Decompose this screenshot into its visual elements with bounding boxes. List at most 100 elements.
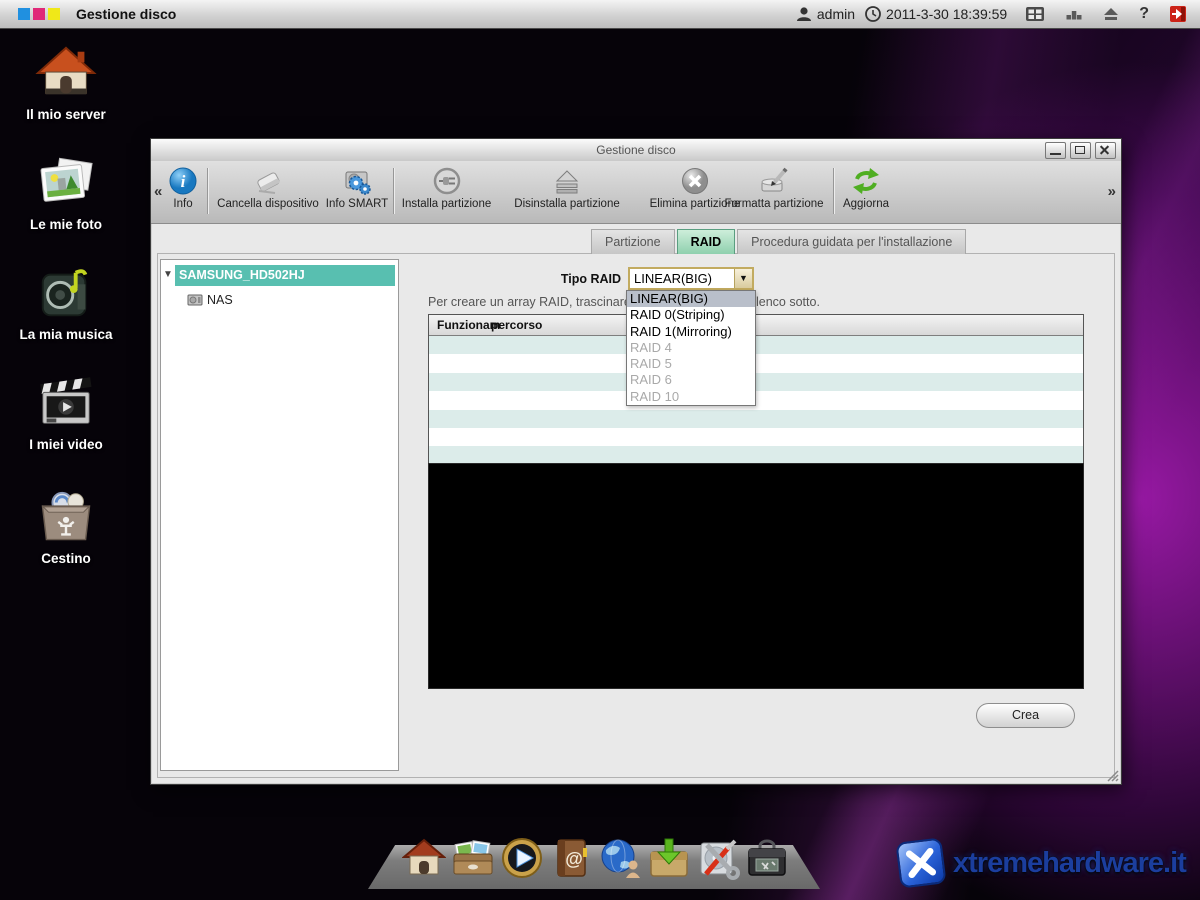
toolbar-info-button[interactable]: i Info	[161, 166, 205, 218]
toolbar-uninstall-partition-button[interactable]: Disinstalla partizione	[498, 166, 636, 218]
dropdown-option-raid5: RAID 5	[627, 356, 755, 372]
eject-icon[interactable]	[1102, 5, 1120, 23]
workgroup-icon[interactable]	[1065, 5, 1083, 23]
username-label: admin	[817, 6, 855, 22]
help-icon[interactable]	[1135, 5, 1153, 23]
dock-photos-icon[interactable]	[451, 836, 495, 880]
raid-type-label: Tipo RAID	[511, 272, 621, 286]
desktop-icon-my-music[interactable]: La mia musica	[14, 263, 118, 342]
eject-partition-icon	[552, 166, 582, 196]
refresh-icon	[851, 166, 881, 196]
system-logo[interactable]	[18, 8, 60, 20]
minimize-button[interactable]	[1045, 142, 1066, 159]
dock-home-icon[interactable]	[402, 836, 446, 880]
dropdown-option-raid0[interactable]: RAID 0(Striping)	[627, 307, 755, 323]
partition-disk-icon	[187, 292, 203, 308]
user-icon	[795, 5, 813, 23]
tab-partizione[interactable]: Partizione	[591, 229, 675, 254]
dropdown-option-raid4: RAID 4	[627, 340, 755, 356]
chevron-down-icon[interactable]	[734, 269, 752, 288]
dropdown-option-raid6: RAID 6	[627, 372, 755, 388]
window-toolbar: i Info Cancella dispositivo Info SMART	[151, 161, 1121, 224]
logout-icon[interactable]	[1168, 5, 1188, 23]
svg-text:@: @	[565, 849, 583, 869]
tab-raid[interactable]: RAID	[677, 229, 736, 254]
desktop-icon-trash[interactable]: Cestino	[14, 487, 118, 566]
desktop-icon-my-photos[interactable]: Le mie foto	[14, 153, 118, 232]
menubar-status-area: admin 2011-3-30 18:39:59	[795, 5, 1200, 23]
disk-management-window: Gestione disco i Info Cancella dispositi…	[150, 138, 1122, 785]
logo-magenta-square	[33, 8, 45, 20]
toolbar-erase-device-button[interactable]: Cancella dispositivo	[209, 166, 327, 218]
empty-list-row	[429, 428, 1083, 446]
desktop-icon-label: Il mio server	[14, 107, 118, 122]
dock-toolbox-icon[interactable]	[745, 836, 789, 880]
dock-downloads-icon[interactable]	[647, 836, 691, 880]
apps-grid-icon[interactable]	[1024, 5, 1046, 23]
maximize-button[interactable]	[1070, 142, 1091, 159]
tab-procedura-guidata[interactable]: Procedura guidata per l'installazione	[737, 229, 966, 254]
eraser-icon	[253, 166, 283, 196]
raid-preview-panel	[428, 463, 1084, 689]
user-indicator[interactable]: admin	[795, 5, 855, 23]
window-controls	[1045, 142, 1116, 159]
raid-disk-list-header: Funzionam percorso ensioni	[429, 315, 1083, 336]
raid-type-selected-value: LINEAR(BIG)	[630, 269, 734, 288]
desktop-icon-my-videos[interactable]: I miei video	[14, 373, 118, 452]
toolbar-button-label: Info SMART	[323, 198, 391, 210]
desktop-icon-label: Cestino	[14, 551, 118, 566]
toolbar-format-partition-button[interactable]: Formatta partizione	[717, 166, 831, 218]
toolbar-button-label: Formatta partizione	[717, 198, 831, 210]
raid-type-select[interactable]: LINEAR(BIG)	[628, 267, 754, 290]
music-icon	[35, 263, 97, 325]
dock-contacts-icon[interactable]: @	[549, 836, 593, 880]
empty-list-row	[429, 446, 1083, 464]
toolbar-separator	[833, 168, 834, 214]
desktop-icon-my-server[interactable]: Il mio server	[14, 43, 118, 122]
info-icon: i	[168, 166, 198, 196]
clock-icon	[864, 5, 882, 23]
dropdown-option-linear-big[interactable]: LINEAR(BIG)	[627, 291, 755, 307]
empty-list-row	[429, 410, 1083, 428]
dock: @	[402, 836, 789, 880]
toolbar-separator	[393, 168, 394, 214]
resize-grip[interactable]	[1104, 767, 1119, 782]
datetime-label: 2011-3-30 18:39:59	[886, 6, 1007, 22]
toolbar-button-label: Installa partizione	[397, 198, 496, 210]
toolbar-button-label: Info	[161, 198, 205, 210]
watermark-text: xtremehardware.it	[953, 847, 1186, 880]
device-tree-panel: SAMSUNG_HD502HJ NAS	[160, 259, 399, 771]
column-header-percorso: percorso	[491, 318, 542, 332]
dock-disk-utility-icon[interactable]	[696, 836, 740, 880]
toolbar-smart-info-button[interactable]: Info SMART	[323, 166, 391, 218]
tree-item-nas-partition[interactable]: NAS	[187, 291, 233, 309]
toolbar-refresh-button[interactable]: Aggiorna	[838, 166, 894, 218]
toolbar-separator	[207, 168, 208, 214]
tree-item-disk-root[interactable]: SAMSUNG_HD502HJ	[161, 265, 398, 286]
dropdown-option-raid1[interactable]: RAID 1(Mirroring)	[627, 324, 755, 340]
top-menubar: Gestione disco admin 2011-3-30 18:39:59	[0, 0, 1200, 29]
video-icon	[35, 373, 97, 435]
raid-hint-text-left: Per creare un array RAID, trascinare	[428, 295, 631, 309]
toolbar-button-label: Aggiorna	[838, 198, 894, 210]
empty-list-row	[429, 391, 1083, 409]
toolbar-install-partition-button[interactable]: Installa partizione	[397, 166, 496, 218]
dock-web-icon[interactable]	[598, 836, 642, 880]
plug-icon	[432, 166, 462, 196]
raid-hint-text-right: lenco sotto.	[756, 295, 820, 309]
logo-blue-square	[18, 8, 30, 20]
create-button[interactable]: Crea	[976, 703, 1075, 728]
close-button[interactable]	[1095, 142, 1116, 159]
toolbar-button-label: Cancella dispositivo	[209, 198, 327, 210]
toolbar-scroll-right-icon[interactable]	[1108, 183, 1116, 200]
trash-icon	[35, 487, 97, 549]
menubar-title: Gestione disco	[76, 6, 176, 22]
photos-icon	[35, 153, 97, 215]
window-title: Gestione disco	[151, 143, 1121, 157]
window-titlebar[interactable]: Gestione disco	[151, 139, 1121, 162]
tree-child-label: NAS	[207, 293, 233, 307]
smart-disk-icon	[342, 166, 372, 196]
svg-text:i: i	[181, 172, 186, 191]
expander-icon[interactable]	[163, 269, 173, 280]
dock-media-player-icon[interactable]	[500, 836, 544, 880]
